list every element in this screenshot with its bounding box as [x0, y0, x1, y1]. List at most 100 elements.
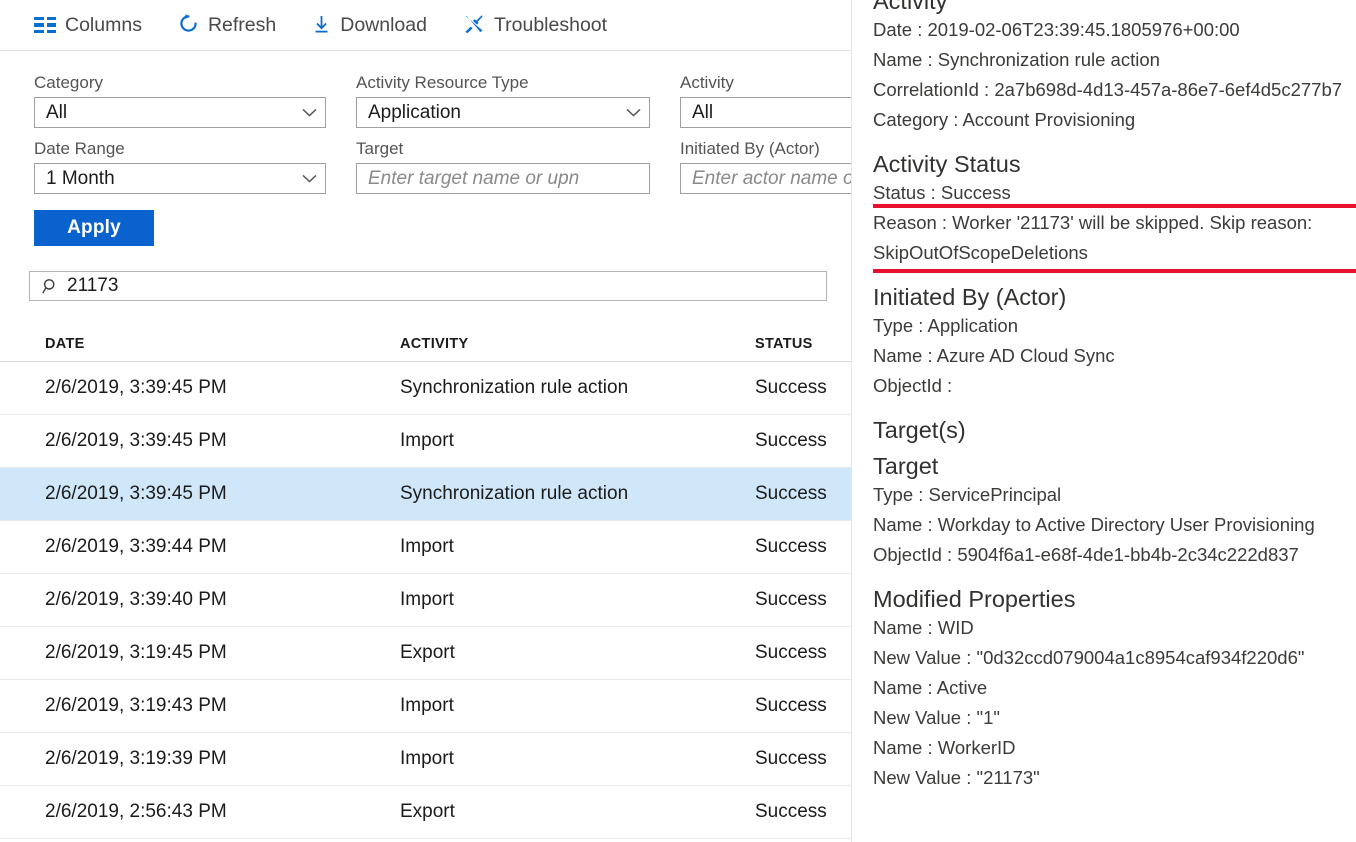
refresh-button-label: Refresh	[207, 13, 277, 36]
activity-detail-panel: Activity Date : 2019-02-06T23:39:45.1805…	[873, 0, 1356, 842]
detail-modified-properties-heading: Modified Properties	[873, 585, 1076, 612]
audit-logs-panel: Columns Refresh Download Troubleshoot Ca…	[0, 0, 852, 842]
modified-property-new-value: New Value : "21173"	[873, 766, 1040, 788]
detail-target-object-id: ObjectId : 5904f6a1-e68f-4de1-bb4b-2c34c…	[873, 543, 1299, 565]
apply-button[interactable]: Apply	[34, 210, 154, 246]
table-row[interactable]: 2/6/2019, 3:19:43 PM Import Success	[0, 680, 851, 733]
detail-activity-status-section: Activity Status Status : Success Reason …	[873, 150, 1356, 273]
table-cell-date: 2/6/2019, 3:39:45 PM	[45, 377, 227, 398]
table-cell-date: 2/6/2019, 3:39:40 PM	[45, 589, 227, 610]
filter-activity-label: Activity	[680, 73, 734, 92]
table-cell-date: 2/6/2019, 3:39:45 PM	[45, 483, 227, 504]
filter-target-placeholder: Enter target name or upn	[368, 167, 580, 189]
table-row[interactable]: 2/6/2019, 3:39:40 PM Import Success	[0, 574, 851, 627]
table-cell-date: 2/6/2019, 3:19:39 PM	[45, 748, 227, 769]
table-row[interactable]: 2/6/2019, 3:39:45 PM Import Success	[0, 415, 851, 468]
table-cell-activity: Import	[400, 748, 454, 769]
filter-activity-select[interactable]: All	[680, 97, 851, 128]
chevron-down-icon	[302, 174, 317, 183]
columns-button[interactable]: Columns	[34, 14, 142, 37]
refresh-button[interactable]: Refresh	[178, 13, 276, 37]
search-icon	[42, 278, 55, 294]
table-cell-status: Success	[755, 377, 827, 398]
detail-activity-name: Name : Synchronization rule action	[873, 48, 1160, 70]
table-cell-status: Success	[755, 589, 827, 610]
modified-properties-list: Name : WID New Value : "0d32ccd079004a1c8…	[873, 613, 1356, 793]
filter-target: Target Enter target name or upn	[356, 139, 650, 194]
filter-initiated-by-label: Initiated By (Actor)	[680, 139, 820, 158]
search-input-value: 21173	[67, 275, 119, 296]
filter-activity-resource-type-select[interactable]: Application	[356, 97, 650, 128]
audit-log-table: DATE ACTIVITY STATUS 2/6/2019, 3:39:45 P…	[0, 326, 851, 839]
troubleshoot-button-label: Troubleshoot	[493, 13, 608, 36]
table-cell-status: Success	[755, 695, 827, 716]
detail-target-type: Type : ServicePrincipal	[873, 483, 1062, 505]
column-header-activity[interactable]: ACTIVITY	[400, 336, 755, 352]
filter-activity-value: All	[692, 101, 714, 123]
download-button[interactable]: Download	[312, 14, 427, 37]
modified-property-name: Name : WID	[873, 616, 974, 638]
modified-property-name: Name : Active	[873, 676, 988, 698]
detail-initiated-by-heading: Initiated By (Actor)	[873, 283, 1067, 310]
table-cell-activity: Import	[400, 536, 454, 557]
table-row[interactable]: 2/6/2019, 3:39:45 PM Synchronization rule…	[0, 468, 851, 521]
table-cell-date: 2/6/2019, 3:19:43 PM	[45, 695, 227, 716]
table-row[interactable]: 2/6/2019, 3:19:45 PM Export Success	[0, 627, 851, 680]
detail-activity-status-heading: Activity Status	[873, 150, 1021, 177]
filter-activity-resource-type: Activity Resource Type Application	[356, 73, 650, 128]
table-cell-status: Success	[755, 748, 827, 769]
modified-property-new-value: New Value : "1"	[873, 706, 1000, 728]
search-input[interactable]: 21173	[29, 271, 827, 301]
columns-icon	[34, 17, 56, 33]
table-body: 2/6/2019, 3:39:45 PM Synchronization rule…	[0, 362, 851, 839]
filter-date-range-value: 1 Month	[46, 167, 115, 189]
table-cell-activity: Export	[400, 642, 455, 663]
detail-targets-heading: Target(s)	[873, 416, 966, 443]
filter-initiated-by-input[interactable]: Enter actor name or upn	[680, 163, 851, 194]
detail-initiated-by-object-id: ObjectId :	[873, 374, 953, 396]
table-row[interactable]: 2/6/2019, 3:19:39 PM Import Success	[0, 733, 851, 786]
table-row[interactable]: 2/6/2019, 2:56:43 PM Export Success	[0, 786, 851, 839]
filter-category-label: Category	[34, 73, 103, 92]
table-cell-date: 2/6/2019, 2:56:43 PM	[45, 801, 227, 822]
detail-activity-section: Activity Date : 2019-02-06T23:39:45.1805…	[873, 0, 1356, 135]
table-cell-activity: Synchronization rule action	[400, 483, 629, 504]
table-cell-date: 2/6/2019, 3:39:44 PM	[45, 536, 227, 557]
filter-initiated-by: Initiated By (Actor) Enter actor name or…	[680, 139, 851, 194]
detail-activity-category: Category : Account Provisioning	[873, 108, 1136, 130]
detail-initiated-by-type: Type : Application	[873, 314, 1019, 336]
filter-target-label: Target	[356, 139, 404, 158]
detail-activity-heading: Activity	[873, 0, 948, 14]
detail-targets-section: Target(s) Target Type : ServicePrincipal…	[873, 417, 1356, 570]
filter-date-range-select[interactable]: 1 Month	[34, 163, 326, 194]
table-cell-status: Success	[755, 430, 827, 451]
detail-reason-value: Reason : Worker '21173' will be skipped.…	[873, 211, 1313, 263]
chevron-down-icon	[302, 108, 317, 117]
column-header-date[interactable]: DATE	[45, 336, 400, 352]
table-cell-status: Success	[755, 642, 827, 663]
filter-date-range: Date Range 1 Month	[34, 139, 326, 194]
filter-category: Category All	[34, 73, 326, 128]
filter-category-value: All	[46, 101, 68, 123]
filter-date-range-label: Date Range	[34, 139, 125, 158]
table-row[interactable]: 2/6/2019, 3:39:44 PM Import Success	[0, 521, 851, 574]
detail-activity-correlation-id: CorrelationId : 2a7b698d-4d13-457a-86e7-…	[873, 78, 1343, 100]
filter-target-input[interactable]: Enter target name or upn	[356, 163, 650, 194]
filter-row-1: Category All Activity Resource Type Appl…	[34, 73, 851, 128]
detail-target-name: Name : Workday to Active Directory User …	[873, 513, 1315, 535]
refresh-icon	[178, 13, 199, 37]
troubleshoot-button[interactable]: Troubleshoot	[463, 13, 607, 38]
filter-initiated-by-placeholder: Enter actor name or upn	[692, 167, 851, 189]
table-row[interactable]: 2/6/2019, 3:39:45 PM Synchronization rule…	[0, 362, 851, 415]
table-cell-activity: Import	[400, 430, 454, 451]
filter-category-select[interactable]: All	[34, 97, 326, 128]
detail-target-heading: Target	[873, 452, 939, 479]
filter-activity-resource-type-value: Application	[368, 101, 461, 123]
detail-initiated-by-name: Name : Azure AD Cloud Sync	[873, 344, 1115, 366]
detail-status-value: Status : Success	[873, 181, 1011, 203]
column-header-status[interactable]: STATUS	[755, 336, 851, 352]
